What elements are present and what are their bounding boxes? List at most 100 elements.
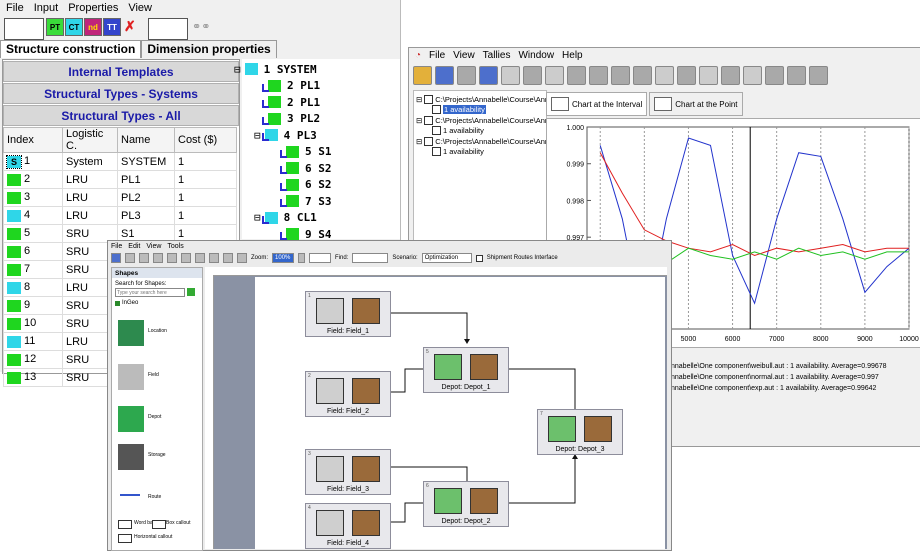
col-logistic[interactable]: Logistic C. — [62, 127, 118, 153]
diagram-node[interactable]: 3 Field: Field_3 — [305, 449, 391, 495]
diagram-node[interactable]: 7 Depot: Depot_3 — [537, 409, 623, 455]
pie-chart-2-icon[interactable] — [611, 65, 630, 85]
print-icon[interactable] — [457, 65, 476, 85]
diagram-node[interactable]: 6 Depot: Depot_2 — [423, 481, 509, 527]
sub-checkbox[interactable] — [432, 105, 441, 114]
cut-icon[interactable] — [167, 253, 177, 263]
menu-window[interactable]: Window — [518, 50, 554, 61]
zoom-extra-box[interactable] — [309, 253, 332, 263]
toolbar-input-left[interactable] — [4, 18, 44, 40]
zoom-out-icon[interactable] — [809, 65, 828, 85]
tree-node[interactable]: 3 PL2 — [268, 111, 320, 127]
file-subitem[interactable]: 1 availability — [432, 105, 486, 114]
tree-node[interactable]: 2 PL1 — [268, 78, 320, 94]
collapse-icon[interactable]: ⊟ — [234, 63, 241, 76]
file-item[interactable]: ⊟ C:\Projects\Annabelle\Course\Anna — [416, 95, 546, 104]
file-checkbox[interactable] — [424, 116, 434, 125]
window-icon[interactable] — [743, 65, 762, 85]
tree-node[interactable]: ⊟ 1 SYSTEM — [234, 61, 317, 77]
undo-icon[interactable] — [139, 253, 149, 263]
shapes-group-label[interactable]: InGeo — [122, 300, 138, 306]
pt-button[interactable]: PT — [46, 18, 64, 36]
menu-input[interactable]: Input — [34, 2, 58, 14]
tree-node[interactable]: 2 PL1 — [268, 94, 320, 110]
find-input[interactable] — [352, 253, 389, 263]
toolbar-input-right[interactable] — [148, 18, 188, 40]
sub-checkbox[interactable] — [432, 147, 441, 156]
binoculars-icon[interactable]: ⚭⚭ — [192, 20, 210, 33]
print-icon[interactable] — [125, 253, 135, 263]
file-subitem[interactable]: 1 availability — [432, 147, 484, 156]
menu-view[interactable]: View — [453, 50, 475, 61]
file-item[interactable]: ⊟ C:\Projects\Annabelle\Course\Anna — [416, 116, 546, 125]
menu-view[interactable]: View — [146, 243, 161, 250]
bar-chart-icon[interactable] — [523, 65, 542, 85]
scatter-icon[interactable] — [699, 65, 718, 85]
screen-icon[interactable] — [721, 65, 740, 85]
table-row[interactable]: 2 LRU PL1 1 — [3, 170, 237, 189]
grid-icon[interactable] — [633, 65, 652, 85]
tree-node[interactable]: ⊟ 8 CL1 — [254, 210, 317, 226]
histogram-icon[interactable] — [567, 65, 586, 85]
preview-icon[interactable] — [479, 65, 498, 85]
diagram-node[interactable]: 1 Field: Field_1 — [305, 291, 391, 337]
col-index[interactable]: Index — [3, 127, 63, 153]
ct-button[interactable]: CT — [65, 18, 83, 36]
internal-templates-button[interactable]: Internal Templates — [3, 61, 239, 82]
search-go-icon[interactable] — [187, 288, 195, 296]
collapse-icon[interactable]: ⊟ — [254, 211, 261, 224]
collapse-icon[interactable]: ⊟ — [254, 129, 261, 142]
menu-properties[interactable]: Properties — [68, 2, 118, 14]
tree-node[interactable]: 7 S3 — [286, 193, 332, 209]
diagram-node[interactable]: 2 Field: Field_2 — [305, 371, 391, 417]
redo-icon[interactable] — [153, 253, 163, 263]
tt-button[interactable]: TT — [103, 18, 121, 36]
diagram-node[interactable]: 4 Field: Field_4 — [305, 503, 391, 549]
file-item[interactable]: ⊟ C:\Projects\Annabelle\Course\Anna — [416, 137, 546, 146]
menu-help[interactable]: Help — [562, 50, 583, 61]
copy-icon[interactable] — [181, 253, 191, 263]
line-chart-icon[interactable] — [501, 65, 520, 85]
save-icon[interactable] — [435, 65, 454, 85]
scenario-select[interactable]: Optimization — [421, 253, 472, 263]
nd-button[interactable]: nd — [84, 18, 102, 36]
table-row[interactable]: 4 LRU PL3 1 — [3, 206, 237, 225]
save-icon[interactable] — [111, 253, 121, 263]
tab-chart-point[interactable]: Chart at the Point — [649, 92, 743, 116]
tab-structure-construction[interactable]: Structure construction — [0, 40, 142, 58]
file-checkbox[interactable] — [424, 137, 434, 146]
shapes-search-input[interactable] — [115, 288, 185, 297]
file-checkbox[interactable] — [424, 95, 434, 104]
menu-file[interactable]: File — [111, 243, 122, 250]
menu-file[interactable]: File — [429, 50, 445, 61]
align-icon[interactable] — [209, 253, 219, 263]
table-row[interactable]: 3 LRU PL2 1 — [3, 188, 237, 207]
shipment-checkbox[interactable] — [475, 254, 483, 262]
table-icon[interactable] — [545, 65, 564, 85]
tree-node[interactable]: 6 S2 — [286, 160, 332, 176]
layout-icon[interactable] — [237, 253, 247, 263]
col-cost[interactable]: Cost ($) — [174, 127, 237, 153]
systems-types-button[interactable]: Structural Types - Systems — [3, 83, 239, 104]
tree-node[interactable]: 5 S1 — [286, 144, 332, 160]
column-chart-icon[interactable] — [677, 65, 696, 85]
file-subitem[interactable]: 1 availability — [432, 126, 484, 135]
col-name[interactable]: Name — [117, 127, 175, 153]
tab-chart-interval[interactable]: Chart at the Interval — [546, 92, 648, 116]
grid-icon[interactable] — [223, 253, 233, 263]
all-types-button[interactable]: Structural Types - All — [3, 105, 239, 126]
menu-edit[interactable]: Edit — [128, 243, 140, 250]
paste-icon[interactable] — [195, 253, 205, 263]
zoom-in-icon[interactable] — [787, 65, 806, 85]
open-folder-icon[interactable] — [413, 65, 432, 85]
tab-dimension-properties[interactable]: Dimension properties — [141, 40, 277, 58]
pie-chart-icon[interactable] — [589, 65, 608, 85]
area-chart-icon[interactable] — [655, 65, 674, 85]
menu-tools[interactable]: Tools — [167, 243, 183, 250]
tree-node[interactable]: 6 S2 — [286, 177, 332, 193]
tree-node[interactable]: ⊟ 4 PL3 — [254, 127, 317, 143]
zoom-select[interactable]: 100% — [272, 253, 295, 263]
delete-icon[interactable]: ✗ — [124, 18, 136, 35]
zoom-dropdown-icon[interactable] — [298, 253, 306, 263]
diagram-sheet[interactable]: 1 Field: Field_1 2 Field: Field_2 5 Depot: De… — [255, 277, 665, 549]
